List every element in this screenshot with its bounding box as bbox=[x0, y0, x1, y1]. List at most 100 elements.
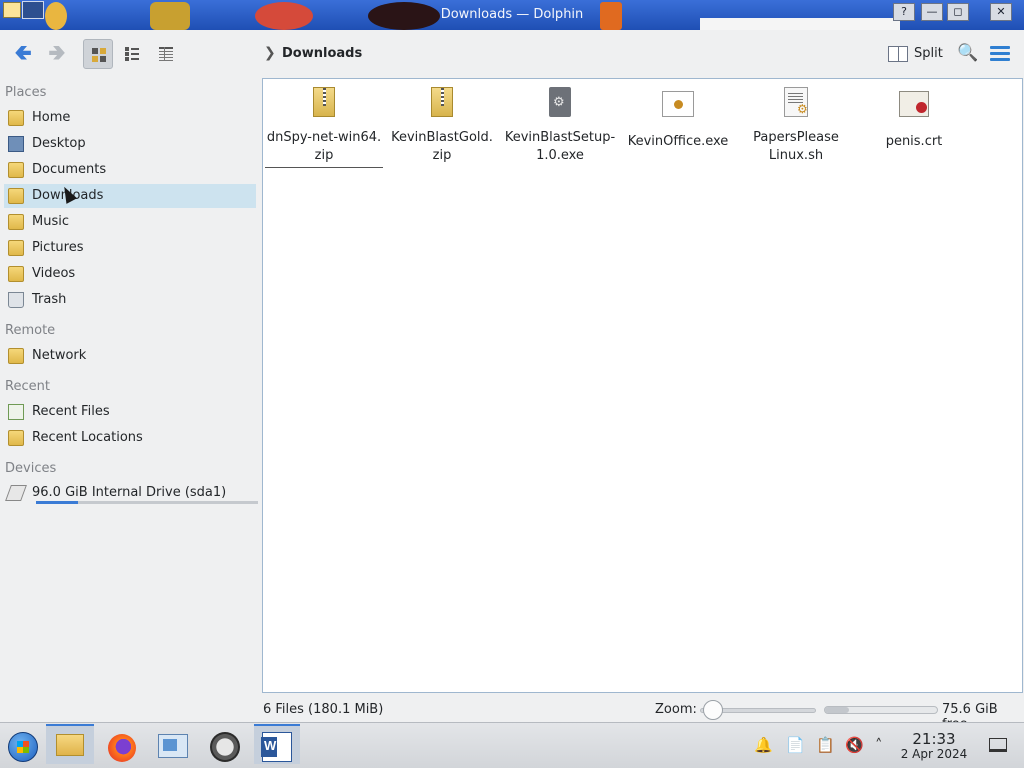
help-button[interactable]: ? bbox=[893, 3, 915, 21]
sidebar-item-desktop[interactable]: Desktop bbox=[4, 132, 256, 156]
maximize-button[interactable]: ◻ bbox=[947, 3, 969, 21]
places-header: Places bbox=[5, 85, 47, 100]
taskbar-gauge-app[interactable] bbox=[202, 726, 242, 766]
home-folder-icon bbox=[8, 110, 24, 126]
start-menu-button[interactable] bbox=[2, 726, 42, 766]
taskbar-file-manager[interactable] bbox=[46, 724, 94, 764]
file-item[interactable]: penis.crt bbox=[855, 87, 973, 151]
chevron-up-icon[interactable]: ˄ bbox=[875, 736, 883, 754]
taskbar-word[interactable] bbox=[254, 724, 300, 764]
sidebar-item-label: Videos bbox=[32, 266, 76, 281]
file-name: penis.crt bbox=[885, 134, 943, 149]
trash-icon bbox=[8, 292, 24, 308]
sidebar-item-downloads[interactable]: Downloads bbox=[4, 184, 256, 208]
back-button[interactable]: 🢀 bbox=[6, 40, 40, 68]
clipboard-app-icon[interactable]: 📄 bbox=[786, 736, 805, 754]
main-toolbar: 🢀 🢂 bbox=[0, 30, 1024, 78]
file-item[interactable]: dnSpy-net-win64. zip bbox=[265, 87, 383, 168]
sidebar-item-label: 96.0 GiB Internal Drive (sda1) bbox=[32, 485, 227, 500]
remote-header: Remote bbox=[5, 323, 56, 338]
devices-header: Devices bbox=[5, 461, 57, 476]
sidebar-item-trash[interactable]: Trash bbox=[4, 288, 256, 312]
split-label: Split bbox=[914, 46, 943, 61]
sidebar-item-recent-files[interactable]: Recent Files bbox=[4, 400, 256, 424]
status-bar: 6 Files (180.1 MiB) Zoom: 75.6 GiB free bbox=[0, 698, 1024, 732]
sidebar-item-label: Recent Locations bbox=[32, 430, 143, 445]
zoom-slider-handle[interactable] bbox=[703, 700, 723, 720]
executable-icon bbox=[549, 87, 571, 117]
file-item[interactable]: KevinBlastSetup-1.0.exe bbox=[501, 87, 619, 165]
folder-summary: 6 Files (180.1 MiB) bbox=[263, 702, 384, 717]
network-folder-icon bbox=[8, 348, 24, 364]
clock-time[interactable]: 21:33 bbox=[900, 730, 968, 748]
search-icon[interactable]: 🔍 bbox=[957, 43, 978, 63]
sidebar-item-pictures[interactable]: Pictures bbox=[4, 236, 256, 260]
zip-archive-icon bbox=[431, 87, 453, 117]
sidebar-item-label: Pictures bbox=[32, 240, 84, 255]
compact-view-button[interactable] bbox=[117, 39, 147, 69]
forward-button[interactable]: 🢂 bbox=[40, 40, 74, 68]
sidebar-item-network[interactable]: Network bbox=[4, 344, 256, 368]
sidebar-item-label: Desktop bbox=[32, 136, 86, 151]
window-title: Downloads — Dolphin bbox=[440, 7, 584, 22]
videos-folder-icon bbox=[8, 266, 24, 282]
file-name: KevinOffice.exe bbox=[627, 134, 729, 149]
file-name: KevinBlastGold. zip bbox=[391, 130, 493, 163]
file-view[interactable]: dnSpy-net-win64.zip KevinBlastGold.zip K… bbox=[262, 78, 1023, 693]
icons-view-button[interactable] bbox=[83, 39, 113, 69]
window-titlebar[interactable]: Downloads — Dolphin ? — ◻ ✕ bbox=[0, 0, 1024, 30]
downloads-folder-icon bbox=[8, 188, 24, 204]
recent-files-icon bbox=[8, 404, 24, 420]
start-menu-icon bbox=[8, 732, 38, 762]
sidebar-item-label: Home bbox=[32, 110, 71, 125]
sidebar-item-label: Recent Files bbox=[32, 404, 110, 419]
disk-space-bar bbox=[824, 706, 938, 714]
file-name: KevinBlastSetup- 1.0.exe bbox=[504, 130, 616, 163]
minimize-button[interactable]: — bbox=[921, 3, 943, 21]
pictures-folder-icon bbox=[8, 240, 24, 256]
arrow-right-icon: 🢂 bbox=[48, 41, 66, 66]
sidebar-item-videos[interactable]: Videos bbox=[4, 262, 256, 286]
sidebar-item-recent-locations[interactable]: Recent Locations bbox=[4, 426, 256, 450]
application-icon bbox=[662, 91, 694, 117]
drive-icon bbox=[5, 485, 27, 501]
file-name: PapersPlease Linux.sh bbox=[753, 130, 839, 163]
clipboard-icon[interactable]: 📋 bbox=[816, 736, 835, 754]
details-view-icon bbox=[159, 47, 173, 61]
taskbar-system-settings[interactable] bbox=[152, 726, 192, 766]
zip-archive-icon bbox=[313, 87, 335, 117]
file-item[interactable]: KevinBlastGold. zip bbox=[383, 87, 501, 165]
sidebar-item-label: Music bbox=[32, 214, 69, 229]
file-item[interactable]: PapersPleaseLinux.sh bbox=[737, 87, 855, 165]
certificate-icon bbox=[899, 91, 929, 117]
hamburger-menu-icon[interactable] bbox=[990, 46, 1010, 62]
volume-muted-icon[interactable]: 🔇 bbox=[845, 736, 864, 754]
breadcrumb-downloads[interactable]: Downloads bbox=[282, 46, 362, 61]
sidebar-item-music[interactable]: Music bbox=[4, 210, 256, 234]
drive-usage-bar bbox=[36, 501, 258, 504]
music-folder-icon bbox=[8, 214, 24, 230]
show-desktop-icon[interactable] bbox=[989, 738, 1007, 752]
arrow-left-icon: 🢀 bbox=[14, 41, 32, 66]
documents-folder-icon bbox=[8, 162, 24, 178]
gauge-app-icon bbox=[210, 732, 240, 762]
sidebar-item-label: Network bbox=[32, 348, 87, 363]
clock-date[interactable]: 2 Apr 2024 bbox=[898, 747, 970, 761]
sidebar-item-internal-drive[interactable]: 96.0 GiB Internal Drive (sda1) bbox=[4, 481, 258, 507]
firefox-icon bbox=[108, 734, 136, 762]
notifications-icon[interactable]: 🔔 bbox=[754, 736, 773, 754]
desktop-icon bbox=[8, 136, 24, 152]
taskbar-firefox[interactable] bbox=[100, 726, 140, 766]
sidebar-item-documents[interactable]: Documents bbox=[4, 158, 256, 182]
sidebar-item-label: Documents bbox=[32, 162, 107, 177]
system-settings-icon bbox=[158, 734, 188, 758]
file-manager-icon bbox=[56, 734, 84, 756]
sidebar-item-home[interactable]: Home bbox=[4, 106, 256, 130]
file-name: dnSpy-net-win64. zip bbox=[265, 129, 383, 168]
close-button[interactable]: ✕ bbox=[990, 3, 1012, 21]
details-view-button[interactable] bbox=[151, 39, 181, 69]
file-item[interactable]: KevinOffice.exe bbox=[619, 87, 737, 151]
compact-view-icon bbox=[125, 47, 139, 61]
shell-script-icon bbox=[784, 87, 808, 117]
zoom-label: Zoom: bbox=[655, 702, 697, 717]
